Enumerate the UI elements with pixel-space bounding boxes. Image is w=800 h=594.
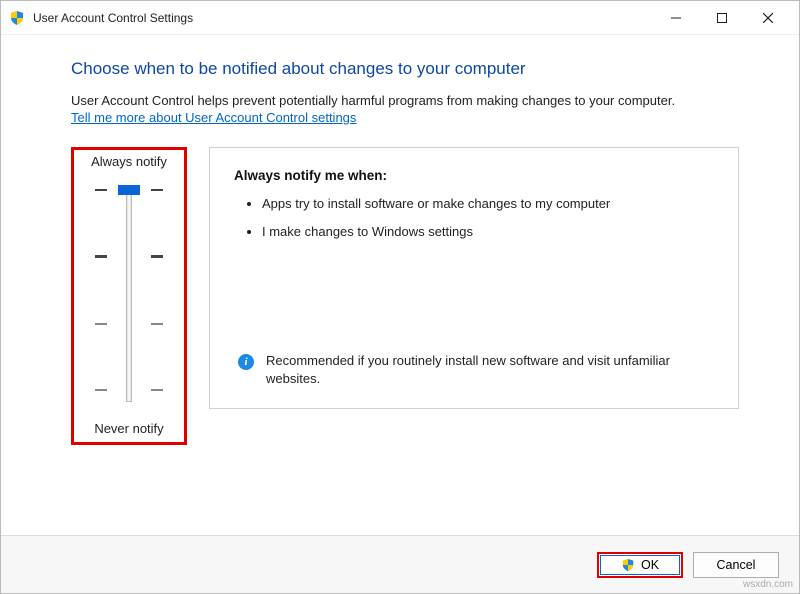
footer: OK Cancel xyxy=(1,535,799,593)
uac-settings-window: User Account Control Settings Choose whe… xyxy=(0,0,800,594)
help-link[interactable]: Tell me more about User Account Control … xyxy=(71,110,739,125)
info-icon: i xyxy=(238,354,254,370)
slider-track[interactable] xyxy=(95,183,163,411)
page-heading: Choose when to be notified about changes… xyxy=(71,59,739,79)
info-title: Always notify me when: xyxy=(234,168,714,183)
info-bullet: Apps try to install software or make cha… xyxy=(262,195,714,213)
window-controls xyxy=(653,2,791,34)
slider-top-label: Always notify xyxy=(91,154,167,169)
info-panel: Always notify me when: Apps try to insta… xyxy=(209,147,739,409)
shield-icon xyxy=(621,558,635,572)
slider-bottom-label: Never notify xyxy=(94,421,163,436)
close-button[interactable] xyxy=(745,2,791,34)
maximize-button[interactable] xyxy=(699,2,745,34)
ok-button[interactable]: OK xyxy=(597,552,683,578)
titlebar: User Account Control Settings xyxy=(1,1,799,35)
cancel-button-label: Cancel xyxy=(717,558,756,572)
info-list: Apps try to install software or make cha… xyxy=(234,195,714,251)
minimize-button[interactable] xyxy=(653,2,699,34)
recommendation-text: Recommended if you routinely install new… xyxy=(266,352,694,388)
cancel-button[interactable]: Cancel xyxy=(693,552,779,578)
window-title: User Account Control Settings xyxy=(33,11,653,25)
notification-slider-group: Always notify Never notify xyxy=(71,147,187,445)
main-area: Always notify Never notify Always notify… xyxy=(71,147,739,445)
info-bullet: I make changes to Windows settings xyxy=(262,223,714,241)
ok-button-label: OK xyxy=(641,558,659,572)
recommendation: i Recommended if you routinely install n… xyxy=(234,352,714,388)
content-area: Choose when to be notified about changes… xyxy=(1,35,799,535)
shield-icon xyxy=(9,10,25,26)
description-text: User Account Control helps prevent poten… xyxy=(71,93,739,108)
watermark: wsxdn.com xyxy=(743,579,793,590)
slider-thumb[interactable] xyxy=(118,185,140,195)
